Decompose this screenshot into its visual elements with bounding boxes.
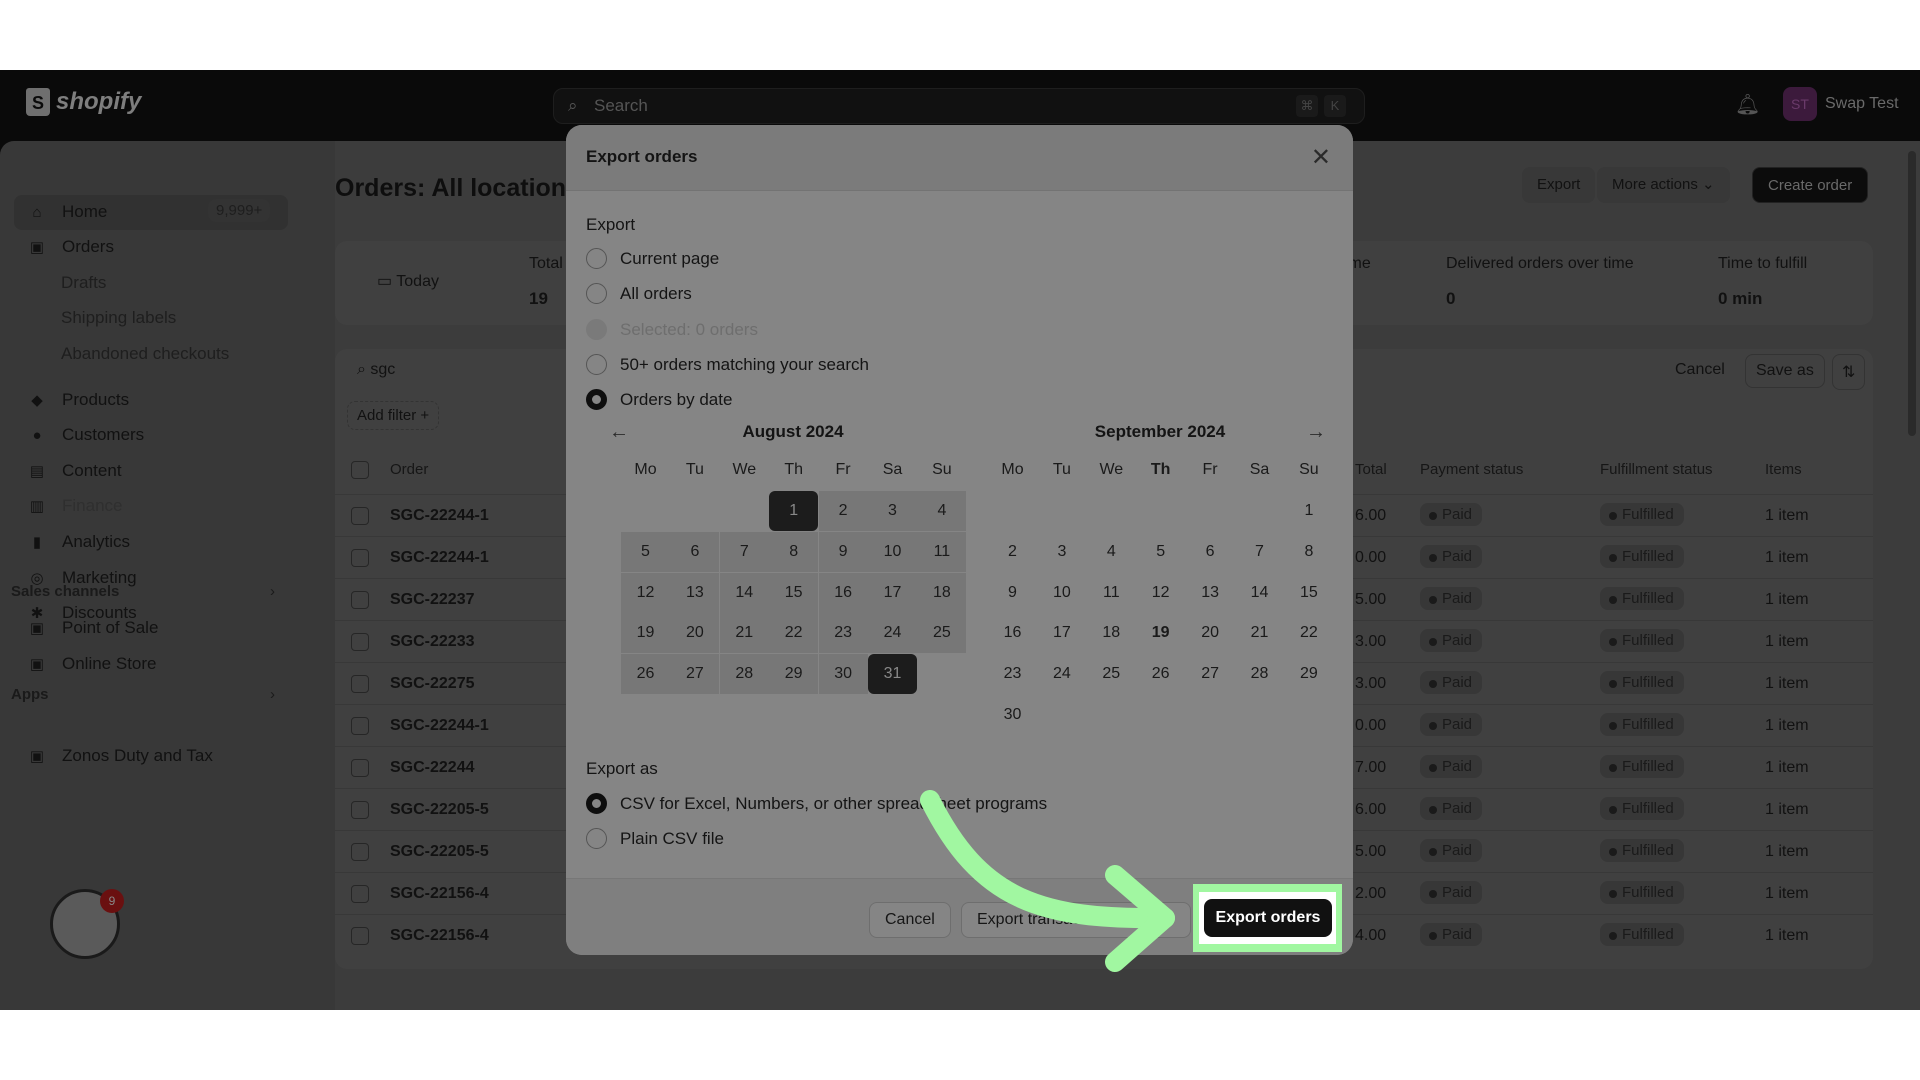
annotation-arrow: [920, 790, 1175, 972]
